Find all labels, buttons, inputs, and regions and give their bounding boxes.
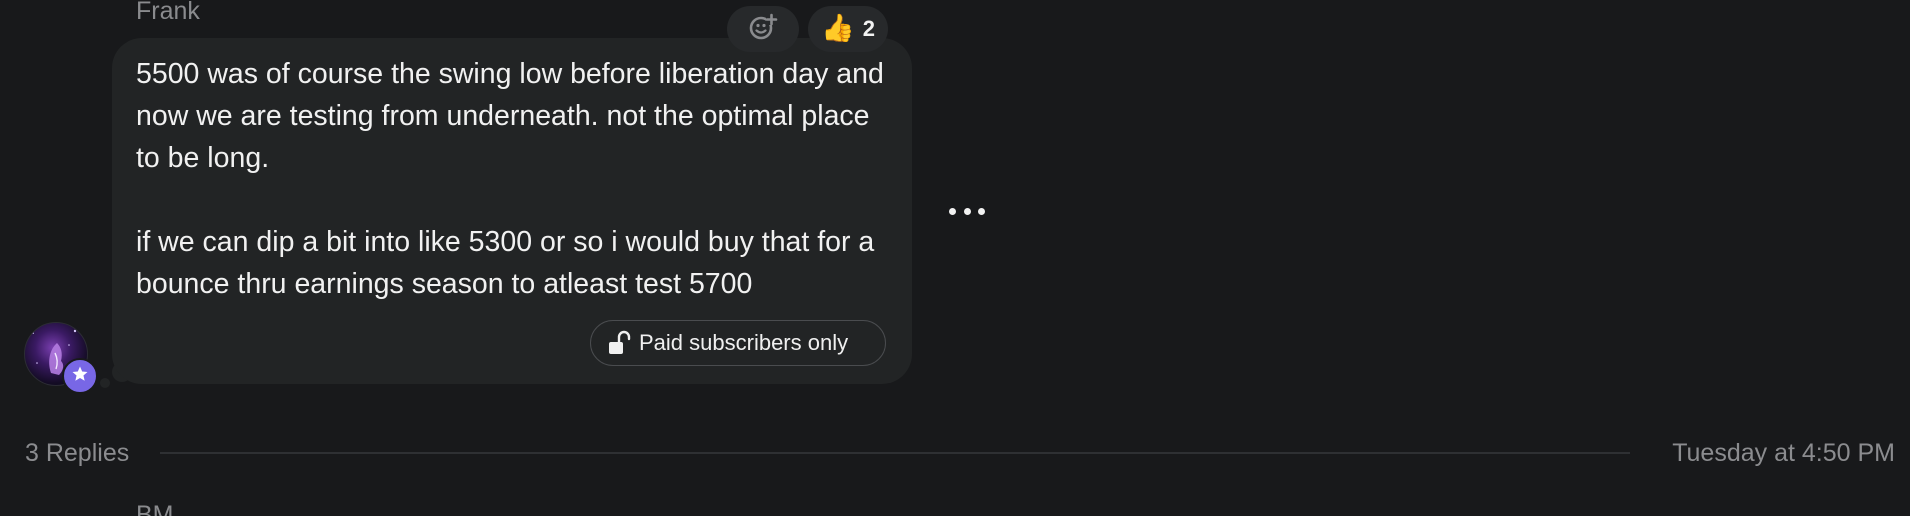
paid-subscribers-badge[interactable]: Paid subscribers only bbox=[590, 320, 886, 366]
chat-thread: Frank 5500 was of course the swing low b… bbox=[0, 0, 1910, 516]
unlock-icon bbox=[607, 330, 631, 356]
thumbs-up-icon: 👍 bbox=[821, 13, 855, 44]
next-message-author: BM bbox=[136, 501, 174, 516]
more-dots-icon bbox=[978, 207, 985, 215]
thread-divider bbox=[160, 452, 1630, 454]
replies-link[interactable]: 3 Replies bbox=[25, 438, 129, 468]
thumbs-up-reaction[interactable]: 👍 2 bbox=[808, 6, 888, 52]
more-dots-icon bbox=[963, 207, 971, 215]
more-options-button[interactable] bbox=[949, 199, 985, 223]
add-reaction-button[interactable] bbox=[727, 6, 799, 52]
message-text: 5500 was of course the swing low before … bbox=[136, 58, 884, 300]
star-icon bbox=[71, 365, 89, 388]
reaction-count: 2 bbox=[862, 16, 875, 41]
bubble-tail bbox=[100, 378, 110, 388]
subscriber-badge bbox=[62, 358, 98, 394]
message-author: Frank bbox=[136, 0, 200, 25]
message-timestamp: Tuesday at 4:50 PM bbox=[1672, 439, 1895, 467]
add-reaction-icon bbox=[748, 12, 778, 47]
paid-subscribers-label: Paid subscribers only bbox=[639, 330, 849, 355]
more-dots-icon bbox=[949, 207, 956, 215]
